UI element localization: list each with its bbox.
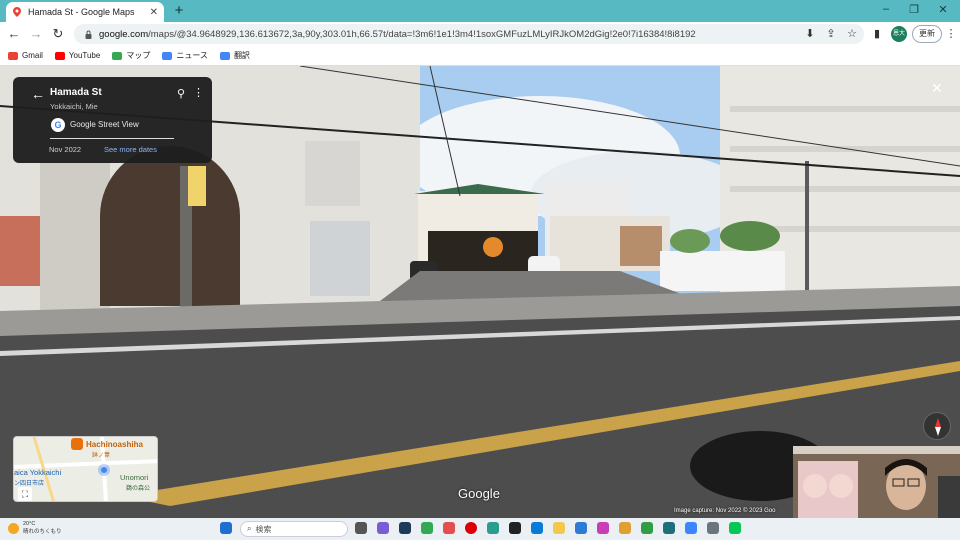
- more-options-icon[interactable]: ⋮: [193, 86, 204, 99]
- minimize-icon[interactable]: –: [878, 3, 894, 15]
- opera-icon[interactable]: [465, 522, 477, 534]
- sidepanel-icon[interactable]: ▮: [869, 26, 885, 42]
- tab-strip: Hamada St - Google Maps ✕ + – ❐ ✕: [0, 0, 960, 22]
- gmail-icon: [8, 51, 18, 60]
- restore-icon[interactable]: ❐: [906, 3, 922, 16]
- app-icon-8[interactable]: [641, 522, 653, 534]
- search-icon: ⌕: [247, 524, 252, 533]
- forward-icon[interactable]: →: [27, 25, 45, 43]
- reload-icon[interactable]: ↻: [49, 25, 67, 43]
- chat-icon[interactable]: [377, 522, 389, 534]
- place-name: Hamada St: [50, 87, 102, 98]
- back-arrow-icon[interactable]: ←: [31, 86, 45, 102]
- minimap-label-top-sub: 鉢ノ葦: [92, 453, 111, 459]
- task-view-icon[interactable]: [355, 522, 367, 534]
- provider-label: Google Street View: [70, 120, 139, 129]
- file-explorer-icon[interactable]: [553, 522, 565, 534]
- edge-icon[interactable]: [531, 522, 543, 534]
- minimap[interactable]: Hachinoashiha 鉢ノ葦 aica Yokkaichi ン四日市店 U…: [13, 436, 158, 502]
- settings-gear-icon[interactable]: [707, 522, 719, 534]
- app-icon-6[interactable]: [597, 522, 609, 534]
- minimap-label-right: Unomori: [120, 473, 149, 482]
- minimap-label-left-sub: ン四日市店: [14, 481, 45, 487]
- share-icon[interactable]: ⇪: [823, 26, 839, 42]
- street-view-info-card: ← Hamada St Yokkaichi, Mie ⚲ ⋮ G Google …: [13, 77, 212, 163]
- app-icon-4[interactable]: [509, 522, 521, 534]
- lock-icon: [85, 30, 92, 39]
- google-g-icon: G: [51, 118, 65, 132]
- bookmark-youtube[interactable]: YouTube: [54, 51, 100, 60]
- minimap-label-right-sub: 鵜の森公: [126, 486, 151, 492]
- location-pin-icon[interactable]: ⚲: [177, 87, 185, 100]
- place-locality: Yokkaichi, Mie: [50, 102, 98, 111]
- close-street-view-icon[interactable]: ✕: [928, 80, 946, 97]
- tab-google-maps[interactable]: Hamada St - Google Maps ✕: [6, 2, 164, 22]
- app-icon-9[interactable]: [663, 522, 675, 534]
- app-icon-3[interactable]: [487, 522, 499, 534]
- window-close-icon[interactable]: ✕: [935, 3, 951, 16]
- menu-kebab-icon[interactable]: ⋮: [943, 26, 959, 42]
- address-bar[interactable]: google.com/maps/@34.9648929,136.613672,3…: [74, 24, 864, 44]
- line-icon[interactable]: [729, 522, 741, 534]
- windows-taskbar: 20°C 晴れのちくもり ⌕ 検索: [0, 518, 960, 540]
- tab-title: Hamada St - Google Maps: [28, 7, 135, 17]
- weather-text: 晴れのちくもり: [23, 529, 62, 535]
- minimap-label-top: Hachinoashiha: [86, 440, 143, 449]
- windows-start-icon[interactable]: [220, 522, 232, 534]
- app-icon-10[interactable]: [685, 522, 697, 534]
- sun-cloud-icon: [8, 522, 19, 534]
- taskbar-search[interactable]: ⌕ 検索: [240, 521, 348, 537]
- compass-icon[interactable]: [923, 412, 951, 440]
- translate-icon: [219, 51, 230, 60]
- see-more-dates-link[interactable]: See more dates: [104, 145, 157, 154]
- profile-avatar[interactable]: 恩大: [891, 26, 907, 42]
- weather-widget[interactable]: 20°C 晴れのちくもり: [8, 521, 62, 535]
- bookmark-news[interactable]: ニュース: [162, 50, 208, 61]
- minimap-label-left: aica Yokkaichi: [14, 468, 62, 477]
- install-app-icon[interactable]: ⬇: [802, 26, 818, 42]
- expand-map-icon[interactable]: ⛶: [18, 487, 32, 501]
- app-icon-2[interactable]: [443, 522, 455, 534]
- browser-toolbar: ← → ↻ google.com/maps/@34.9648929,136.61…: [0, 22, 960, 46]
- url-domain: google.com: [99, 28, 149, 40]
- app-icon-1[interactable]: [399, 522, 411, 534]
- maps-icon: [112, 51, 123, 60]
- news-icon: [162, 51, 173, 60]
- taskbar-search-placeholder: 検索: [255, 524, 272, 534]
- youtube-icon: [54, 51, 65, 60]
- google-logo: Google: [458, 486, 500, 501]
- bookmark-star-icon[interactable]: ☆: [844, 26, 860, 42]
- back-icon[interactable]: ←: [5, 25, 23, 43]
- maps-pin-icon: [13, 7, 21, 17]
- bookmark-translate[interactable]: 翻訳: [219, 50, 250, 61]
- bookmarks-bar: Gmail YouTube マップ ニュース 翻訳: [0, 46, 960, 66]
- tab-close-icon[interactable]: ✕: [150, 7, 158, 18]
- new-tab-button[interactable]: +: [170, 2, 188, 20]
- bookmark-maps[interactable]: マップ: [112, 50, 150, 61]
- capture-date: Nov 2022: [49, 145, 82, 154]
- update-button[interactable]: 更新: [912, 25, 942, 43]
- app-icon-7[interactable]: [619, 522, 631, 534]
- image-capture-attribution: Image capture: Nov 2022 © 2023 Goo: [674, 508, 776, 514]
- divider: [50, 138, 174, 139]
- app-icon-5[interactable]: [575, 522, 587, 534]
- chrome-icon[interactable]: [421, 522, 433, 534]
- url-path: /maps/@34.9648929,136.613672,3a,90y,303.…: [148, 28, 696, 40]
- bookmark-gmail[interactable]: Gmail: [8, 51, 43, 60]
